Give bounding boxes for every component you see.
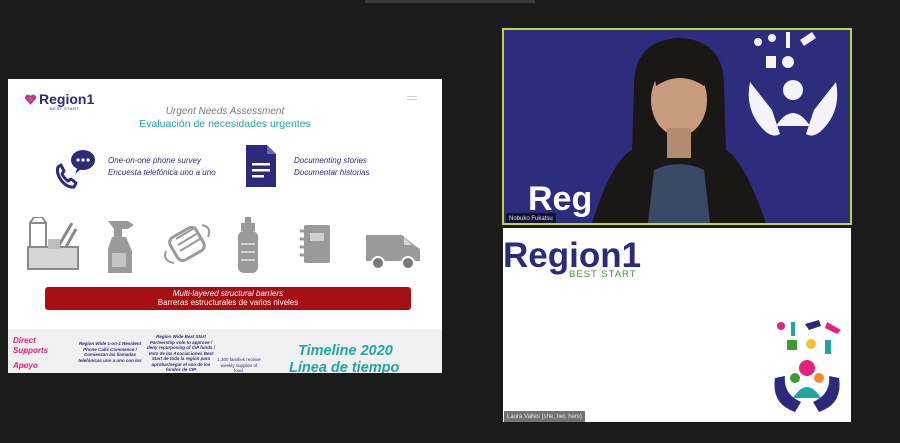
direct-supports-label-2: Supports	[13, 346, 49, 355]
participant-video-2[interactable]: Region1 BEST START Laura Valles (she, he…	[503, 228, 851, 422]
participant-name-label-1: Nobuko Fukatsu	[506, 213, 556, 223]
timeline-title-es: Línea de tiempo	[289, 360, 400, 373]
virtual-background-subtitle: BEST START	[569, 269, 637, 280]
direct-supports-label-1: Direct	[13, 336, 36, 345]
document-icon	[246, 145, 276, 187]
slide-title-en: Urgent Needs Assessment	[165, 106, 285, 117]
participant-name-text-2: Laura Valles (she, her, hers)	[507, 413, 582, 420]
van-icon	[366, 235, 420, 270]
phone-chat-icon	[55, 150, 95, 189]
logo-text: Region1	[39, 91, 95, 107]
face-mask-icon	[164, 224, 211, 264]
hands-tools-logo-icon	[774, 320, 841, 412]
slide-top-section: Region1 BEST START Urgent Needs Assessme…	[8, 79, 442, 322]
notebook-icon	[300, 225, 330, 263]
menu-icon[interactable]	[407, 96, 417, 102]
documenting-en: Documenting stories	[294, 156, 367, 165]
top-drag-bar[interactable]	[365, 0, 535, 3]
spray-bottle-icon	[108, 221, 134, 273]
groceries-icon	[27, 217, 79, 270]
banner-text-es: Barreras estructurales de varios niveles	[157, 298, 299, 307]
apoyo-label: Apoyo	[13, 361, 38, 370]
timeline-title-en: Timeline 2020	[298, 343, 393, 359]
banner-text-en: Multi-layered structural barriers	[172, 289, 284, 298]
participant-video-1[interactable]: Reg Nobuko Fukatsu	[502, 28, 852, 225]
phone-survey-es: Encuesta telefónica uno a uno	[108, 168, 216, 177]
timeline-col-1: Region Wide 1-on-1 Resident Phone Calls …	[78, 341, 142, 363]
timeline-col-2: Region Wide Best Start Partnership vote …	[146, 334, 216, 372]
participant-name-text-1: Nobuko Fukatsu	[509, 215, 553, 222]
slide-title-es: Evaluación de necesidades urgentes	[139, 118, 311, 130]
phone-survey-en: One-on-one phone survey	[108, 156, 201, 165]
barriers-banner: Multi-layered structural barriers Barrer…	[45, 287, 411, 310]
documenting-es: Documentar historias	[294, 168, 370, 177]
shared-slide: Region1 BEST START Urgent Needs Assessme…	[8, 79, 442, 373]
participant-name-label-2: Laura Valles (she, her, hers)	[504, 411, 585, 422]
timeline-col-3: 1,300 families receive weekly supplies o…	[217, 357, 261, 373]
heart-logo-icon	[24, 94, 37, 105]
baby-bottle-icon	[238, 217, 258, 273]
